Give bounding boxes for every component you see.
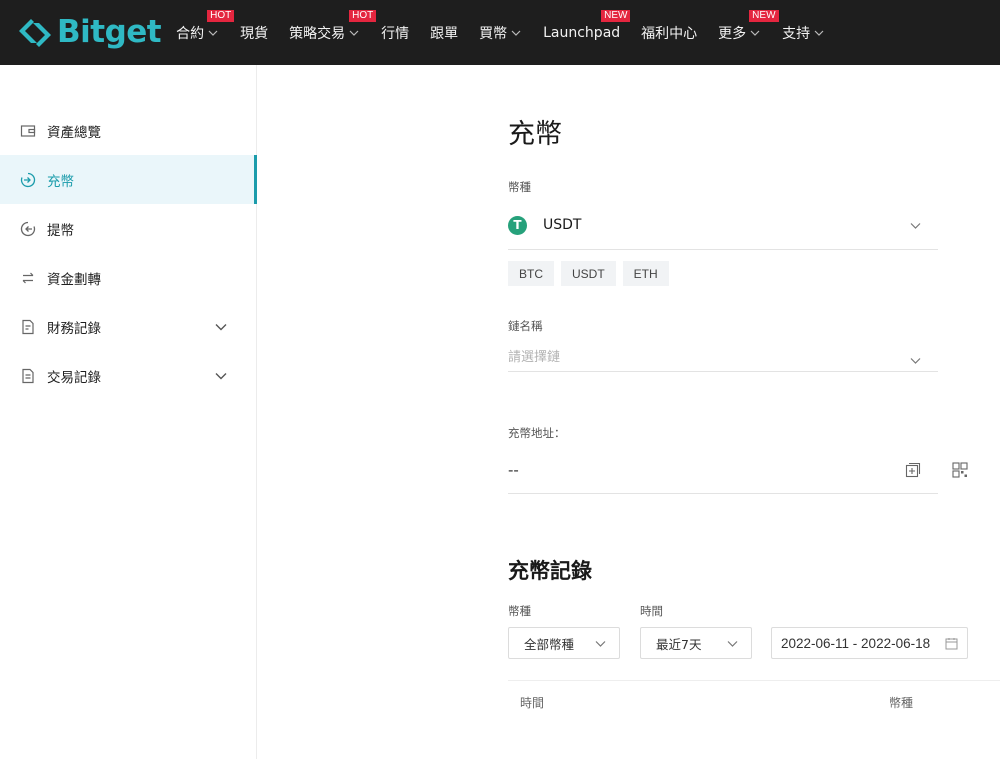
- chevron-down-icon[interactable]: [909, 354, 922, 367]
- nav-item-launchpad[interactable]: Launchpad NEW: [543, 0, 631, 65]
- sidebar-item-trade-records[interactable]: 交易記錄: [0, 351, 256, 400]
- nav-item-futures[interactable]: 合約 HOT: [176, 0, 235, 65]
- quick-coin-btc[interactable]: BTC: [508, 261, 554, 286]
- coin-filter-label: 幣種: [508, 604, 531, 618]
- nav-item-strategy[interactable]: 策略交易 HOT: [289, 0, 377, 65]
- sidebar-item-label: 提幣: [47, 222, 74, 239]
- calendar-icon: [945, 638, 958, 650]
- nav-item-markets[interactable]: 行情: [381, 0, 409, 65]
- coin-filter-value: 全部幣種: [524, 636, 575, 652]
- nav-item-spot[interactable]: 現貨: [240, 0, 268, 65]
- withdraw-icon: [20, 221, 36, 236]
- sidebar-item-deposit[interactable]: 充幣: [0, 155, 257, 204]
- records-title: 充幣記錄: [508, 559, 592, 583]
- page-title: 充幣: [508, 119, 562, 150]
- address-label: 充幣地址：: [508, 426, 566, 440]
- sidebar-item-label: 財務記錄: [47, 320, 101, 337]
- nav-label: 支持: [782, 25, 811, 42]
- nav-item-buy-crypto[interactable]: 買幣: [479, 0, 522, 65]
- sidebar-item-withdraw[interactable]: 提幣: [0, 204, 256, 253]
- quick-coin-list: BTC USDT ETH: [508, 261, 669, 286]
- sidebar-item-label: 充幣: [47, 173, 74, 190]
- nav-label: 合約: [176, 25, 205, 42]
- date-range-picker[interactable]: 2022-06-1⁠1 - 2022-06-18: [771, 627, 968, 659]
- chain-select[interactable]: [508, 371, 938, 372]
- column-coin: 幣種: [889, 696, 914, 710]
- deposit-address: --: [508, 461, 519, 479]
- trade-record-icon: [22, 368, 34, 383]
- nav-label: 策略交易: [289, 25, 346, 42]
- transfer-icon: [22, 272, 34, 283]
- quick-coin-eth[interactable]: ETH: [622, 261, 669, 286]
- time-filter-label: 時間: [640, 604, 663, 618]
- nav-item-more[interactable]: 更多 NEW: [718, 0, 779, 65]
- copy-icon[interactable]: [905, 462, 921, 478]
- chevron-down-icon: [511, 30, 521, 36]
- nav-label: 更多: [718, 25, 747, 42]
- selected-coin: USDT: [543, 217, 582, 233]
- chevron-down-icon: [910, 222, 921, 229]
- sidebar-item-label: 資產總覽: [47, 124, 101, 141]
- chevron-down-icon: [727, 640, 738, 647]
- time-filter-select[interactable]: 最近7天: [640, 627, 752, 659]
- ledger-icon: [22, 319, 34, 334]
- chevron-down-icon: [595, 640, 606, 647]
- brand-name: Bitget: [57, 14, 162, 50]
- chevron-down-icon: [814, 30, 824, 36]
- chevron-down-icon[interactable]: [214, 320, 228, 334]
- top-navbar: Bitget 合約 HOT 現貨 策略交易 HOT 行情 跟單 買幣 Launc…: [0, 0, 1000, 65]
- new-badge: NEW: [601, 10, 631, 22]
- new-badge: NEW: [749, 10, 779, 22]
- nav-label: 跟單: [430, 25, 459, 42]
- date-range-value: 2022-06-1⁠1 - 2022-06-18: [781, 635, 931, 651]
- nav-item-support[interactable]: 支持: [782, 0, 825, 65]
- nav-label: Launchpad: [543, 24, 621, 41]
- address-divider: [508, 493, 938, 494]
- nav-item-rewards[interactable]: 福利中心: [641, 0, 697, 65]
- tether-icon: T: [508, 215, 527, 235]
- chevron-down-icon[interactable]: [214, 369, 228, 383]
- nav-label: 福利中心: [641, 25, 698, 42]
- chevron-down-icon: [349, 30, 359, 36]
- deposit-icon: [20, 172, 36, 187]
- nav-label: 現貨: [240, 25, 269, 42]
- column-time: 時間: [520, 696, 545, 710]
- sidebar-item-overview[interactable]: 資產總覽: [0, 106, 256, 155]
- coin-label: 幣種: [508, 180, 531, 194]
- chevron-down-icon: [208, 30, 218, 36]
- coin-select[interactable]: T USDT: [508, 201, 938, 250]
- chain-select-placeholder[interactable]: 請選擇鏈: [508, 346, 560, 365]
- qr-code-icon[interactable]: [952, 462, 968, 478]
- chevron-down-icon: [750, 30, 760, 36]
- assets-sidebar: 資產總覽 充幣 提幣 資金劃轉 財務記錄 交易記錄: [0, 65, 257, 759]
- sidebar-item-financial-records[interactable]: 財務記錄: [0, 302, 256, 351]
- main-nav: 合約 HOT 現貨 策略交易 HOT 行情 跟單 買幣 Launchpad NE…: [176, 0, 846, 65]
- nav-label: 買幣: [479, 25, 508, 42]
- hot-badge: HOT: [349, 10, 377, 22]
- sidebar-item-transfer[interactable]: 資金劃轉: [0, 253, 256, 302]
- records-table-header: 時間 幣種: [508, 680, 1000, 720]
- deposit-panel: 充幣 幣種 T USDT BTC USDT ETH 鏈名稱 請選擇鏈 充幣地址：…: [258, 65, 1000, 759]
- nav-item-copy-trading[interactable]: 跟單: [430, 0, 458, 65]
- sidebar-item-label: 資金劃轉: [47, 271, 101, 288]
- sidebar-item-label: 交易記錄: [47, 369, 101, 386]
- coin-filter-select[interactable]: 全部幣種: [508, 627, 620, 659]
- wallet-icon: [20, 124, 36, 137]
- time-filter-value: 最近7天: [656, 636, 702, 652]
- hot-badge: HOT: [207, 10, 235, 22]
- brand-logo[interactable]: Bitget: [17, 0, 162, 65]
- nav-label: 行情: [381, 25, 410, 42]
- chain-label: 鏈名稱: [508, 319, 543, 333]
- bitget-logo-icon: [19, 18, 51, 47]
- quick-coin-usdt[interactable]: USDT: [561, 261, 616, 286]
